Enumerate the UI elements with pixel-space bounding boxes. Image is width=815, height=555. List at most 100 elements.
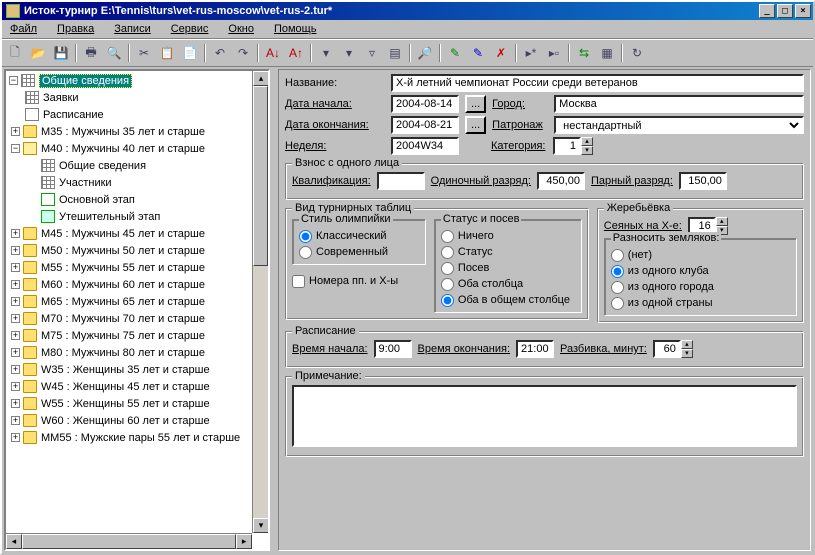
tool-last-icon[interactable]: ▸▫ bbox=[543, 42, 565, 64]
tool-filter2-icon[interactable]: ▾ bbox=[338, 42, 360, 64]
tree-mm55[interactable]: MM55 : Мужские пары 55 лет и старше bbox=[41, 432, 240, 444]
notes-textarea[interactable] bbox=[292, 385, 797, 447]
tree-w35[interactable]: W35 : Женщины 35 лет и старше bbox=[41, 364, 210, 376]
tool-undo-icon[interactable]: ↶ bbox=[209, 42, 231, 64]
tool-extra2-icon[interactable]: ▦ bbox=[596, 42, 618, 64]
close-button[interactable]: × bbox=[795, 4, 811, 18]
menu-records[interactable]: Записи bbox=[110, 22, 155, 36]
start-date-input[interactable] bbox=[391, 95, 459, 113]
tree-m40[interactable]: M40 : Мужчины 40 лет и старше bbox=[41, 143, 205, 155]
week-input[interactable] bbox=[391, 137, 459, 155]
menu-edit[interactable]: Правка bbox=[53, 22, 98, 36]
maximize-button[interactable]: □ bbox=[777, 4, 793, 18]
tree-applications[interactable]: Заявки bbox=[43, 92, 79, 104]
tool-del-icon[interactable]: ✗ bbox=[490, 42, 512, 64]
break-input[interactable] bbox=[653, 340, 681, 358]
tool-cut-icon[interactable]: ✂ bbox=[133, 42, 155, 64]
tree-w55[interactable]: W55 : Женщины 55 лет и старше bbox=[41, 398, 210, 410]
tool-sort-desc-icon[interactable]: A↑ bbox=[285, 42, 307, 64]
spin-up-icon[interactable]: ▴ bbox=[716, 217, 728, 226]
singles-fee-input[interactable] bbox=[537, 172, 585, 190]
qual-fee-input[interactable] bbox=[377, 172, 425, 190]
tree-m80[interactable]: M80 : Мужчины 80 лет и старше bbox=[41, 347, 205, 359]
tool-paste-icon[interactable]: 📄 bbox=[179, 42, 201, 64]
spread-none-radio[interactable]: (нет) bbox=[611, 247, 790, 263]
sched-start-input[interactable] bbox=[374, 340, 412, 358]
tool-print-icon[interactable]: 🖶 bbox=[80, 42, 102, 64]
numbers-checkbox[interactable]: Номера пп. и X-ы bbox=[292, 273, 426, 289]
tree-root[interactable]: Общие сведения bbox=[39, 74, 132, 88]
tree-m60[interactable]: M60 : Мужчины 60 лет и старше bbox=[41, 279, 205, 291]
tool-first-icon[interactable]: ▸* bbox=[520, 42, 542, 64]
status-both-cols-radio[interactable]: Оба столбца bbox=[441, 276, 575, 292]
tool-refresh-icon[interactable]: ↻ bbox=[626, 42, 648, 64]
category-input[interactable] bbox=[553, 137, 581, 155]
tree-vscroll[interactable]: ▴ ▾ bbox=[252, 71, 268, 533]
tool-open-icon[interactable]: 📂 bbox=[27, 42, 49, 64]
status-status-radio[interactable]: Статус bbox=[441, 244, 575, 260]
scroll-up-icon[interactable]: ▴ bbox=[253, 71, 269, 86]
doubles-fee-input[interactable] bbox=[679, 172, 727, 190]
tree-m65[interactable]: M65 : Мужчины 65 лет и старше bbox=[41, 296, 205, 308]
tool-copy-icon[interactable]: 📋 bbox=[156, 42, 178, 64]
tree-m50[interactable]: M50 : Мужчины 50 лет и старше bbox=[41, 245, 205, 257]
tool-redo-icon[interactable]: ↷ bbox=[232, 42, 254, 64]
tree-m40-main[interactable]: Основной этап bbox=[59, 194, 135, 206]
minimize-button[interactable]: _ bbox=[759, 4, 775, 18]
tool-remove-icon[interactable]: ✎ bbox=[467, 42, 489, 64]
patronage-select[interactable]: нестандартный bbox=[554, 116, 804, 134]
olympic-modern-radio[interactable]: Современный bbox=[299, 244, 419, 260]
tree-m75[interactable]: M75 : Мужчины 75 лет и старше bbox=[41, 330, 205, 342]
scroll-left-icon[interactable]: ◂ bbox=[6, 534, 22, 549]
spin-up-icon[interactable]: ▴ bbox=[681, 340, 693, 349]
tree-hscroll[interactable]: ◂ ▸ bbox=[6, 533, 252, 549]
splitter[interactable] bbox=[272, 67, 276, 553]
tree-m70[interactable]: M70 : Мужчины 70 лет и старше bbox=[41, 313, 205, 325]
tool-preview-icon[interactable]: 🔍 bbox=[103, 42, 125, 64]
spin-up-icon[interactable]: ▴ bbox=[581, 137, 593, 146]
menu-service[interactable]: Сервис bbox=[167, 22, 213, 36]
scroll-thumb[interactable] bbox=[22, 534, 237, 549]
category-stepper[interactable]: ▴▾ bbox=[553, 137, 593, 155]
tree-m45[interactable]: M45 : Мужчины 45 лет и старше bbox=[41, 228, 205, 240]
scroll-thumb[interactable] bbox=[253, 86, 268, 266]
status-seed-radio[interactable]: Посев bbox=[441, 260, 575, 276]
start-date-picker-button[interactable]: ... bbox=[465, 95, 486, 113]
tool-new-icon[interactable]: 🗋 bbox=[4, 42, 26, 64]
spread-country-radio[interactable]: из одной страны bbox=[611, 295, 790, 311]
tool-filter-off-icon[interactable]: ▿ bbox=[361, 42, 383, 64]
tree-m40-participants[interactable]: Участники bbox=[59, 177, 112, 189]
tree-schedule[interactable]: Расписание bbox=[43, 109, 104, 121]
end-date-picker-button[interactable]: ... bbox=[465, 116, 486, 134]
tool-sort-asc-icon[interactable]: A↓ bbox=[262, 42, 284, 64]
tool-extra1-icon[interactable]: ⇆ bbox=[573, 42, 595, 64]
status-both-one-radio[interactable]: Оба в общем столбце bbox=[441, 292, 575, 308]
spin-down-icon[interactable]: ▾ bbox=[681, 349, 693, 358]
spin-down-icon[interactable]: ▾ bbox=[581, 146, 593, 155]
scroll-right-icon[interactable]: ▸ bbox=[236, 534, 252, 549]
tree-w45[interactable]: W45 : Женщины 45 лет и старше bbox=[41, 381, 210, 393]
city-input[interactable] bbox=[554, 95, 804, 113]
tool-add-icon[interactable]: ✎ bbox=[444, 42, 466, 64]
tree-m40-general[interactable]: Общие сведения bbox=[59, 160, 146, 172]
sched-end-input[interactable] bbox=[516, 340, 554, 358]
tree-w60[interactable]: W60 : Женщины 60 лет и старше bbox=[41, 415, 210, 427]
tool-save-icon[interactable]: 💾 bbox=[50, 42, 72, 64]
tool-form-icon[interactable]: ▤ bbox=[384, 42, 406, 64]
end-date-input[interactable] bbox=[391, 116, 459, 134]
tool-find-icon[interactable]: 🔎 bbox=[414, 42, 436, 64]
spread-club-radio[interactable]: из одного клуба bbox=[611, 263, 790, 279]
menu-file[interactable]: Файл bbox=[6, 22, 41, 36]
break-stepper[interactable]: ▴▾ bbox=[653, 340, 693, 358]
name-input[interactable] bbox=[391, 74, 804, 92]
status-none-radio[interactable]: Ничего bbox=[441, 228, 575, 244]
tree-m55[interactable]: M55 : Мужчины 55 лет и старше bbox=[41, 262, 205, 274]
scroll-down-icon[interactable]: ▾ bbox=[253, 518, 269, 533]
olympic-classic-radio[interactable]: Классический bbox=[299, 228, 419, 244]
tool-filter-icon[interactable]: ▾ bbox=[315, 42, 337, 64]
menu-help[interactable]: Помощь bbox=[270, 22, 321, 36]
tree-m40-consolation[interactable]: Утешительный этап bbox=[59, 211, 160, 223]
spread-city-radio[interactable]: из одного города bbox=[611, 279, 790, 295]
tree-m35[interactable]: M35 : Мужчины 35 лет и старше bbox=[41, 126, 205, 138]
menu-window[interactable]: Окно bbox=[224, 22, 258, 36]
